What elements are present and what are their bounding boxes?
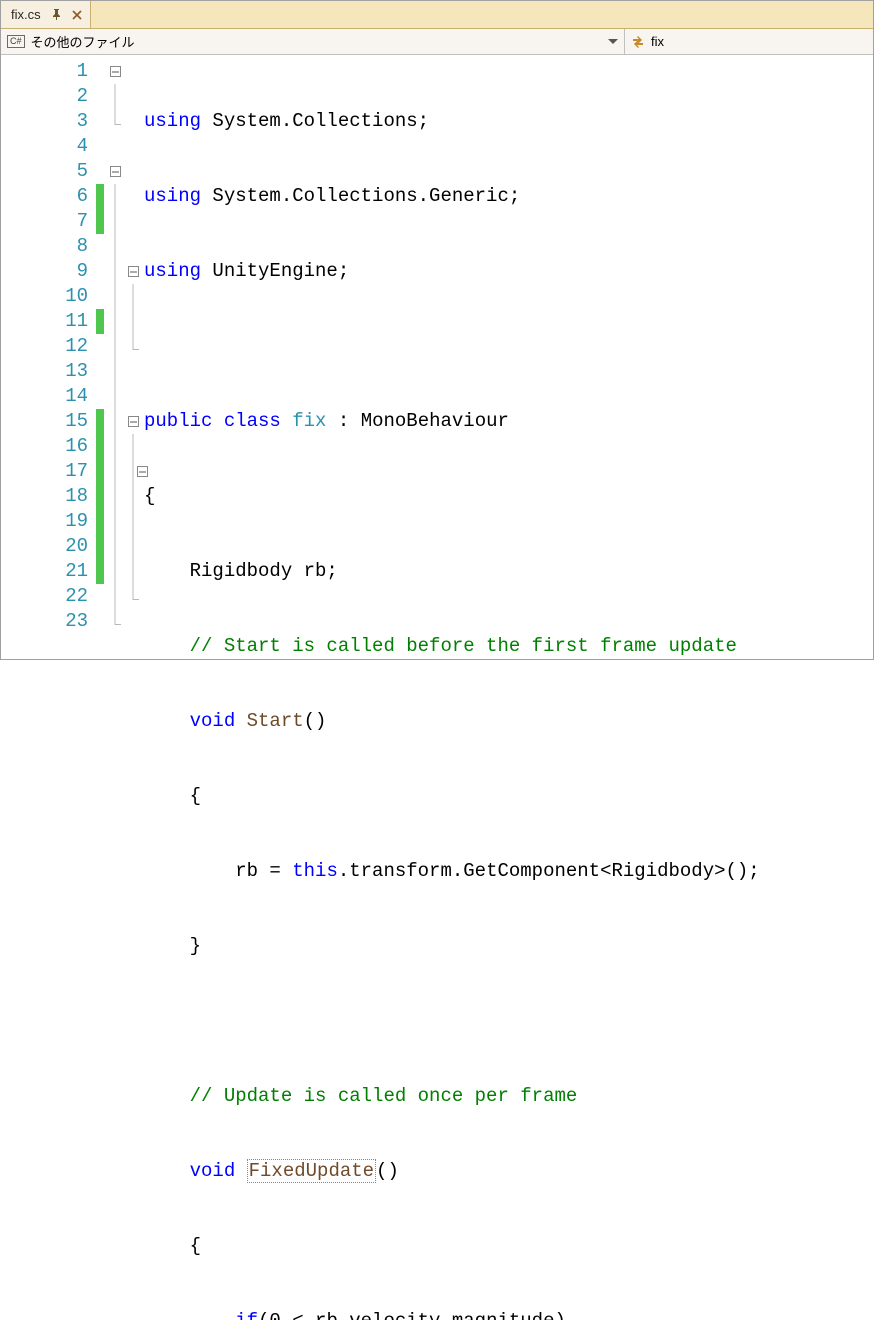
line-number: 7 <box>1 209 88 234</box>
line-number: 19 <box>1 509 88 534</box>
line-number: 20 <box>1 534 88 559</box>
code-line: using System.Collections.Generic; <box>144 184 873 209</box>
code-line: void FixedUpdate() <box>144 1159 873 1184</box>
close-icon[interactable] <box>72 10 82 20</box>
line-number: 8 <box>1 234 88 259</box>
tab-bar: fix.cs <box>1 1 873 29</box>
line-number: 15 <box>1 409 88 434</box>
line-number: 12 <box>1 334 88 359</box>
line-number: 1 <box>1 59 88 84</box>
code-line: using UnityEngine; <box>144 259 873 284</box>
line-number: 4 <box>1 134 88 159</box>
fold-toggle[interactable] <box>128 416 139 427</box>
code-line: Rigidbody rb; <box>144 559 873 584</box>
csharp-icon: C# <box>7 35 25 48</box>
navigation-bar: C# その他のファイル fix <box>1 29 873 55</box>
line-number: 16 <box>1 434 88 459</box>
nav-member-label: fix <box>651 34 664 49</box>
line-number: 13 <box>1 359 88 384</box>
code-area[interactable]: using System.Collections; using System.C… <box>140 55 873 659</box>
code-line: // Update is called once per frame <box>144 1084 873 1109</box>
line-number: 17 <box>1 459 88 484</box>
class-icon <box>631 35 645 49</box>
change-indicator-bar <box>96 55 104 659</box>
code-line: { <box>144 784 873 809</box>
code-line <box>144 1009 873 1034</box>
code-line: public class fix : MonoBehaviour <box>144 409 873 434</box>
file-tab[interactable]: fix.cs <box>1 1 91 28</box>
nav-member-dropdown[interactable]: fix <box>625 29 873 54</box>
outlining-margin-inner[interactable] <box>126 55 140 659</box>
code-line: using System.Collections; <box>144 109 873 134</box>
chevron-down-icon <box>608 39 618 45</box>
tab-filename: fix.cs <box>11 7 41 22</box>
line-number: 18 <box>1 484 88 509</box>
code-line: } <box>144 934 873 959</box>
outlining-margin[interactable] <box>104 55 126 659</box>
line-number-gutter: 1 2 3 4 5 6 7 8 9 10 11 12 13 14 15 16 1… <box>1 55 96 659</box>
code-line <box>144 334 873 359</box>
line-number: 23 <box>1 609 88 634</box>
line-number: 14 <box>1 384 88 409</box>
fold-toggle[interactable] <box>137 466 148 477</box>
line-number: 11 <box>1 309 88 334</box>
code-line: if(0 < rb.velocity.magnitude) <box>144 1309 873 1320</box>
line-number: 6 <box>1 184 88 209</box>
line-number: 10 <box>1 284 88 309</box>
code-line: // Start is called before the first fram… <box>144 634 873 659</box>
fold-toggle[interactable] <box>110 166 121 177</box>
line-number: 3 <box>1 109 88 134</box>
line-number: 9 <box>1 259 88 284</box>
code-line: void Start() <box>144 709 873 734</box>
line-number: 22 <box>1 584 88 609</box>
code-editor[interactable]: 1 2 3 4 5 6 7 8 9 10 11 12 13 14 15 16 1… <box>1 55 873 659</box>
nav-scope-label: その他のファイル <box>31 32 135 51</box>
fold-toggle[interactable] <box>128 266 139 277</box>
line-number: 2 <box>1 84 88 109</box>
code-line: rb = this.transform.GetComponent<Rigidbo… <box>144 859 873 884</box>
code-line: { <box>144 484 873 509</box>
line-number: 5 <box>1 159 88 184</box>
pin-icon[interactable] <box>51 9 62 20</box>
code-line: { <box>144 1234 873 1259</box>
nav-scope-dropdown[interactable]: C# その他のファイル <box>1 29 625 54</box>
fold-toggle[interactable] <box>110 66 121 77</box>
line-number: 21 <box>1 559 88 584</box>
